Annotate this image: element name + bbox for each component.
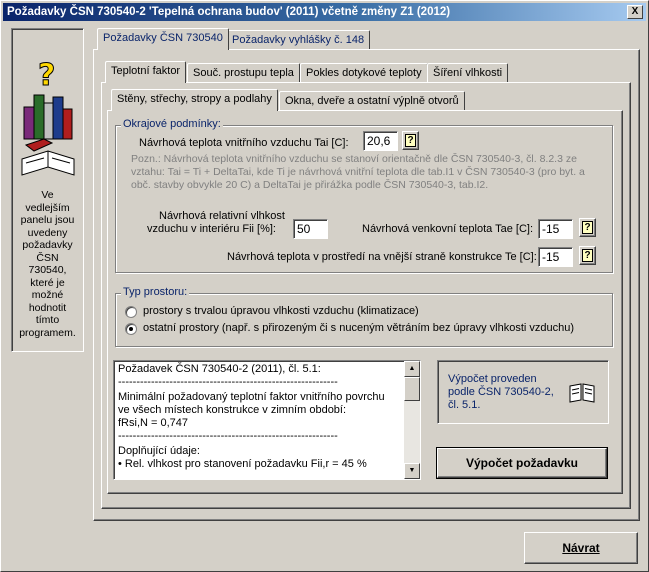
back-button[interactable]: Návrat	[524, 532, 638, 564]
scroll-down-icon[interactable]: ▼	[404, 463, 420, 479]
help-icon: ?	[582, 221, 593, 234]
result-scrollbar[interactable]: ▲ ▼	[404, 361, 420, 479]
room-type-label-other[interactable]: ostatní prostory (např. s přirozeným či …	[143, 322, 574, 334]
open-book-icon	[569, 383, 595, 403]
tai-note: Pozn.: Návrhová teplota vnitřního vzduch…	[131, 153, 585, 191]
help-icon: ?	[582, 249, 593, 262]
tab-okna-dvere[interactable]: Okna, dveře a ostatní výplně otvorů	[279, 91, 465, 111]
tab-steny-strechy[interactable]: Stěny, střechy, stropy a podlahy	[111, 89, 278, 111]
result-line: Požadavek ČSN 730540-2 (2011), čl. 5.1:	[118, 363, 321, 375]
result-line: • Rel. vlhkost pro stanovení požadavku F…	[118, 458, 367, 470]
result-textarea[interactable]: Požadavek ČSN 730540-2 (2011), čl. 5.1: …	[113, 360, 421, 480]
calc-info-text: Výpočet proveden podle ČSN 730540-2, čl.…	[448, 373, 554, 411]
result-separator: ----------------------------------------…	[118, 376, 338, 388]
tai-input[interactable]: 20,6	[363, 131, 398, 151]
te-help-button[interactable]: ?	[579, 246, 596, 265]
rh-label-line1: Návrhová relativní vlhkost	[159, 210, 285, 222]
calc-info-box: Výpočet proveden podle ČSN 730540-2, čl.…	[437, 360, 609, 424]
rh-label-line2: vzduchu v interiéru Fii [%]:	[147, 223, 276, 235]
boundary-conditions-title: Okrajové podmínky:	[121, 118, 223, 130]
tae-label: Návrhová venkovní teplota Tae [C]:	[362, 223, 534, 235]
te-label: Návrhová teplota v prostředí na vnější s…	[227, 251, 537, 263]
svg-text:?: ?	[38, 59, 55, 93]
help-books-icon: ?	[21, 59, 75, 176]
main-window: Požadavky ČSN 730540-2 'Tepelná ochrana …	[0, 0, 649, 572]
help-icon: ?	[405, 134, 416, 147]
tai-label: Návrhová teplota vnitřního vzduchu Tai […	[139, 137, 349, 149]
close-button[interactable]: X	[627, 5, 643, 19]
calculate-button[interactable]: Výpočet požadavku	[436, 447, 608, 479]
back-button-label: Návrat	[562, 541, 600, 555]
result-line: Minimální požadovaný teplotní faktor vni…	[118, 391, 388, 416]
scroll-up-icon[interactable]: ▲	[404, 361, 420, 377]
room-type-label-climatized[interactable]: prostory s trvalou úpravou vlhkosti vzdu…	[143, 305, 419, 317]
title-bar: Požadavky ČSN 730540-2 'Tepelná ochrana …	[3, 3, 646, 21]
scroll-thumb[interactable]	[404, 377, 420, 401]
rh-input[interactable]: 50	[293, 219, 328, 239]
sidebar-panel: ? Ve vedlejším panelu jsou uvedeny požad…	[11, 28, 84, 352]
tab-teplotni-faktor[interactable]: Teplotní faktor	[105, 61, 187, 83]
room-type-radio-climatized[interactable]	[125, 306, 137, 318]
tab-sireni-vlhkosti[interactable]: Šíření vlhkosti	[427, 63, 509, 83]
sidebar-description: Ve vedlejším panelu jsou uvedeny požadav…	[19, 189, 76, 339]
window-title: Požadavky ČSN 730540-2 'Tepelná ochrana …	[7, 6, 451, 18]
tab-pozadavky-csn[interactable]: Požadavky ČSN 730540	[97, 28, 229, 50]
result-separator: ----------------------------------------…	[118, 430, 338, 442]
tab-pokles-dotykove[interactable]: Pokles dotykové teploty	[300, 63, 428, 83]
result-line: Doplňující údaje:	[118, 445, 200, 457]
te-input[interactable]: -15	[538, 247, 573, 267]
room-type-title: Typ prostoru:	[121, 286, 190, 298]
room-type-radio-other[interactable]	[125, 323, 137, 335]
result-line: fRsi,N = 0,747	[118, 417, 189, 429]
tab-pozadavky-vyhlasky[interactable]: Požadavky vyhlášky č. 148	[226, 30, 371, 50]
tab-souc-prostupu[interactable]: Souč. prostupu tepla	[187, 63, 300, 83]
tae-help-button[interactable]: ?	[579, 218, 596, 237]
tai-help-button[interactable]: ?	[402, 131, 419, 150]
room-type-group	[115, 293, 613, 347]
tae-input[interactable]: -15	[538, 219, 573, 239]
